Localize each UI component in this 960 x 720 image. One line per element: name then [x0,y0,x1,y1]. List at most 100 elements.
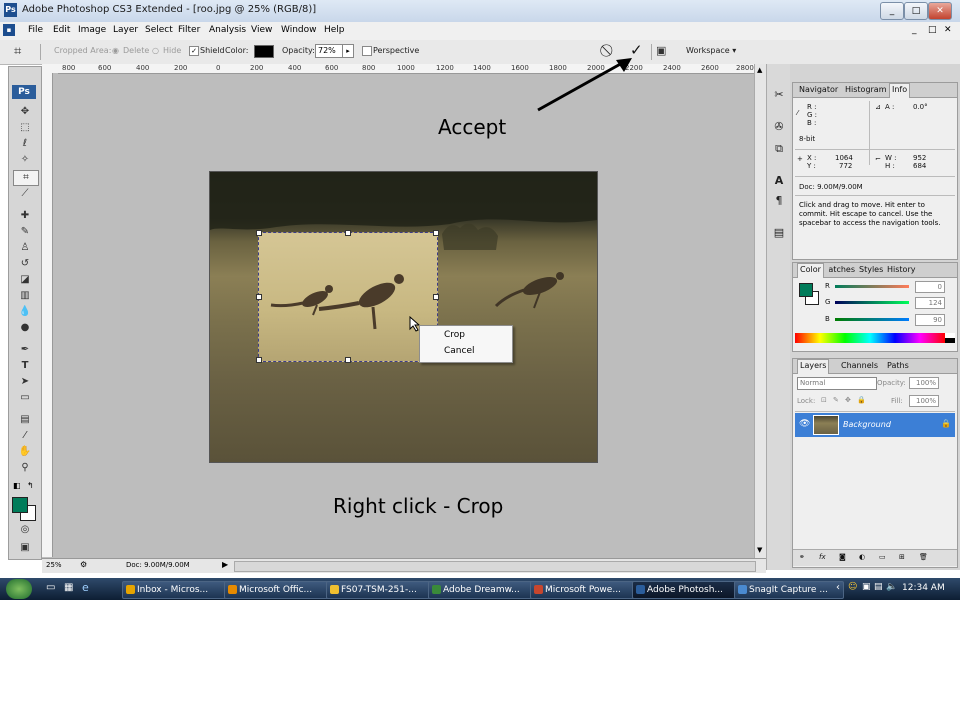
swap-colors-icon[interactable]: ↰ [27,481,34,490]
context-menu-cancel[interactable]: Cancel [444,346,475,356]
default-colors-icon[interactable]: ◧ [13,481,21,490]
layer-style-icon[interactable]: fx [819,553,826,561]
brushes-icon[interactable]: ✇ [772,120,786,134]
menu-analysis[interactable]: Analysis [209,25,246,35]
shape-tool-icon[interactable]: ▭ [13,391,37,405]
menu-layer[interactable]: Layer [113,25,138,35]
crop-tool-preset-icon[interactable]: ⌗ [14,44,21,59]
scroll-up-icon[interactable]: ▲ [757,66,762,74]
crop-selection[interactable] [256,230,439,363]
lasso-tool-icon[interactable]: ℓ [13,137,37,151]
ps-logo-icon[interactable]: Ps [12,85,36,99]
photoshop-app-icon[interactable]: Ps [4,3,17,17]
horizontal-scrollbar[interactable] [234,561,756,572]
palette-well-icon[interactable]: ▣ [656,44,666,57]
tab-styles[interactable]: Styles [859,265,883,274]
layer-opacity-input[interactable]: 100% [909,377,939,389]
crop-handle-top-right[interactable] [433,230,439,236]
tab-layers[interactable]: Layers [797,359,830,374]
quick-mask-icon[interactable]: ◎ [13,523,37,537]
tray-network-icon[interactable]: ▣ [862,582,871,592]
scroll-down-icon[interactable]: ▼ [757,546,762,554]
path-selection-tool-icon[interactable]: ➤ [13,375,37,389]
tray-speaker-icon[interactable]: 🔈 [886,582,897,592]
delete-radio-icon[interactable]: ◉ [112,46,119,55]
menu-edit[interactable]: Edit [53,25,70,35]
perspective-checkbox[interactable] [362,46,372,56]
eyedropper-tool-icon[interactable]: ⁄ [13,429,37,443]
menu-file[interactable]: File [28,25,43,35]
layer-mask-icon[interactable]: ◙ [839,553,846,561]
taskbar-item-folder[interactable]: FS07-TSM-251-... [326,581,436,599]
tab-info[interactable]: Info [889,83,911,98]
menu-select[interactable]: Select [145,25,173,35]
healing-brush-tool-icon[interactable]: ✚ [13,209,37,223]
menu-image[interactable]: Image [78,25,106,35]
tab-histogram[interactable]: Histogram [845,85,887,94]
taskbar-item-photoshop[interactable]: Adobe Photosh... [632,581,742,599]
doc-icon[interactable]: ▪ [3,24,15,36]
horizontal-ruler[interactable]: 800 600 400 200 0 200 400 600 800 1000 1… [58,64,754,74]
marquee-tool-icon[interactable]: ⬚ [13,121,37,135]
crop-handle-bottom-left[interactable] [256,357,262,363]
hand-tool-icon[interactable]: ✋ [13,445,37,459]
shield-color-swatch[interactable] [254,45,274,58]
color-r-value[interactable]: 0 [915,281,945,293]
color-panel-foreground-swatch[interactable] [799,283,813,297]
magic-wand-tool-icon[interactable]: ✧ [13,153,37,167]
menu-window[interactable]: Window [281,25,317,35]
history-brush-tool-icon[interactable]: ↺ [13,257,37,271]
color-g-value[interactable]: 124 [915,297,945,309]
maximize-button[interactable]: □ [904,2,928,20]
clone-source-icon[interactable]: ⧉ [772,142,786,156]
context-menu-crop[interactable]: Crop [444,330,465,340]
crop-handle-left[interactable] [256,294,262,300]
eraser-tool-icon[interactable]: ◪ [13,273,37,287]
ruler-origin[interactable] [42,64,58,73]
delete-layer-icon[interactable]: 🗑 [919,553,928,561]
new-layer-icon[interactable]: ⊞ [899,553,905,561]
taskbar-item-outlook[interactable]: Inbox - Micros... [122,581,232,599]
lock-transparency-icon[interactable]: ⊡ [821,396,827,404]
taskbar-item-powerpoint[interactable]: Microsoft Powe... [530,581,640,599]
character-icon[interactable]: A [772,174,786,188]
tool-presets-icon[interactable]: ✂ [772,88,786,102]
doc-minimize-button[interactable]: _ [912,25,917,35]
pen-tool-icon[interactable]: ✒ [13,343,37,357]
paragraph-icon[interactable]: ¶ [772,194,786,208]
zoom-level[interactable]: 25% [46,561,62,569]
slice-tool-icon[interactable]: ⟋ [13,187,37,201]
menu-view[interactable]: View [251,25,272,35]
tab-color[interactable]: Color [797,263,824,278]
crop-handle-bottom[interactable] [345,357,351,363]
blend-mode-select[interactable]: Normal [797,377,877,390]
tray-device-icon[interactable]: ▤ [874,582,883,592]
tab-channels[interactable]: Channels [841,361,878,370]
screen-mode-icon[interactable]: ▣ [13,541,37,555]
tray-expand-icon[interactable]: ‹ [836,582,840,593]
brush-tool-icon[interactable]: ✎ [13,225,37,239]
dodge-tool-icon[interactable]: ● [13,321,37,335]
layer-row-background[interactable]: 👁 Background 🔒 [795,413,955,437]
hide-radio-icon[interactable]: ○ [152,46,159,55]
taskbar-item-snagit[interactable]: SnagIt Capture ... [734,581,844,599]
doc-close-button[interactable]: ✕ [944,25,952,35]
status-menu-icon[interactable]: ⚙ [80,560,87,569]
shield-checkbox[interactable]: ✓ [189,46,199,56]
taskbar-item-dreamweaver[interactable]: Adobe Dreamw... [428,581,538,599]
crop-handle-top[interactable] [345,230,351,236]
zoom-tool-icon[interactable]: ⚲ [13,461,37,475]
notes-tool-icon[interactable]: ▤ [13,413,37,427]
internet-explorer-icon[interactable]: e [82,581,89,594]
crop-tool-icon[interactable]: ⌗ [13,170,39,186]
move-tool-icon[interactable]: ✥ [13,105,37,119]
type-tool-icon[interactable]: T [13,359,37,373]
switch-windows-icon[interactable]: ▦ [64,582,73,593]
layer-name[interactable]: Background [843,420,891,429]
crop-handle-right[interactable] [433,294,439,300]
lock-image-icon[interactable]: ✎ [833,396,839,404]
show-desktop-icon[interactable]: ▭ [46,582,55,593]
color-r-slider[interactable] [835,285,909,288]
opacity-input[interactable]: 72% [315,44,345,58]
fill-input[interactable]: 100% [909,395,939,407]
